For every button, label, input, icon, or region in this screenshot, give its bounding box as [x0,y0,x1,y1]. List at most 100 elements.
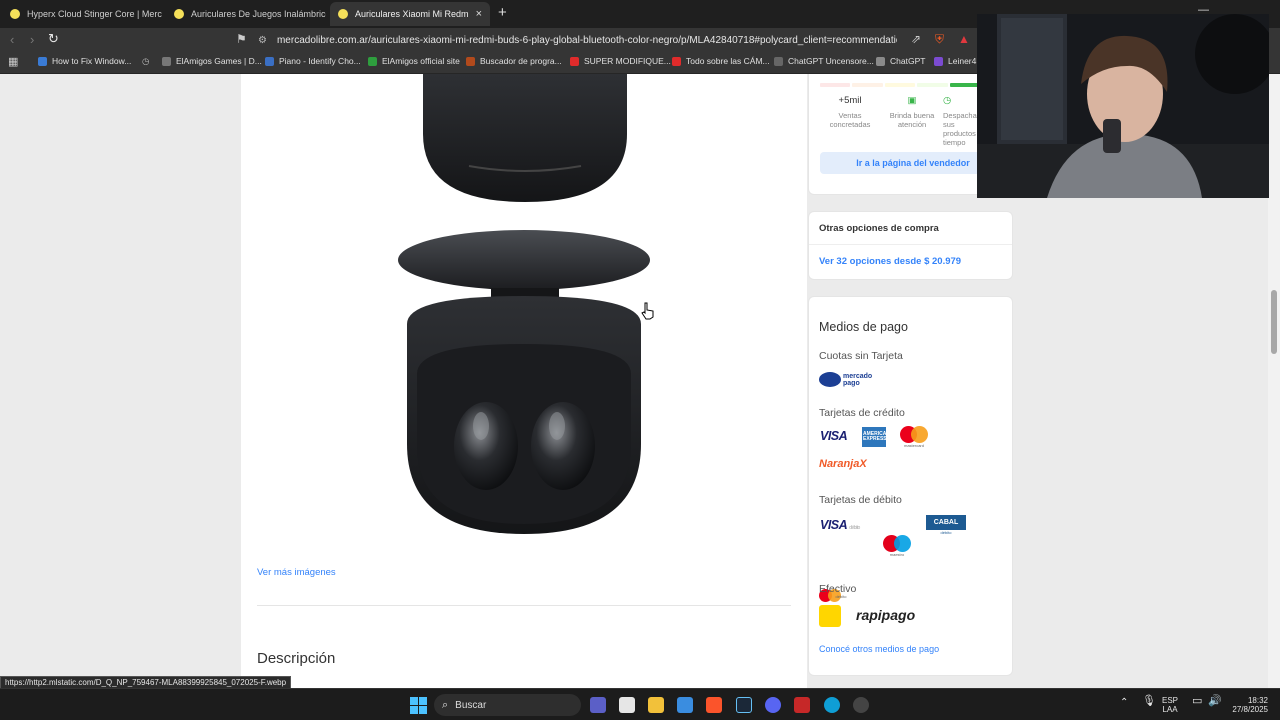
stat-label: Brinda buena atención [889,111,935,129]
bookmark-item[interactable]: ElAmigos official site [368,56,460,66]
brave-shield-icon[interactable]: ⛨ [935,32,944,47]
obs-icon[interactable] [853,697,869,713]
maestro-text: maestro [889,552,905,557]
bookmark-label: How to Fix Window... [52,56,132,66]
visa-debito-logo: VISA débito [820,516,860,534]
bookmark-item[interactable]: Piano - Identify Cho... [265,56,361,66]
brave-browser-icon[interactable] [706,697,722,713]
reputation-thermometer [820,83,981,87]
clock-time: 18:32 [1247,696,1268,705]
scrollbar-thumb[interactable] [1271,290,1277,354]
network-icon[interactable]: ▭ [1192,696,1202,707]
rep-segment [949,83,981,87]
descripcion-heading: Descripción [257,650,336,667]
hand-cursor-icon [641,302,654,320]
webcam-feed-image [977,14,1269,198]
microsoft-store-icon[interactable] [677,697,693,713]
share-icon[interactable]: ⇗ [911,32,921,46]
amex-logo: AMERICAN EXPRESS [862,427,890,447]
tab-hyperx[interactable]: Hyperx Cloud Stinger Core | Mercado [2,3,162,25]
bookmark-label: Todo sobre las CÁM... [686,56,770,66]
bookmark-item[interactable]: Buscador de progra... [466,56,562,66]
bookmark-favicon-icon [570,56,579,66]
mercadolibre-favicon-icon [10,9,20,19]
payment-methods-card: Medios de pago Cuotas sin Tarjeta mercad… [808,296,1013,676]
bookmark-label: ElAmigos official site [382,56,460,66]
brave-rewards-icon[interactable]: ▲ [958,32,970,46]
bookmark-item[interactable]: SUPER MODIFIQUE... [570,56,671,66]
edge-icon[interactable] [824,697,840,713]
teams-icon[interactable] [590,697,606,713]
maestro-blue-circle [894,535,911,552]
earbuds-product-image[interactable] [241,74,807,544]
apps-grid-icon[interactable]: ▦ [8,55,18,68]
reload-icon[interactable]: ↻ [48,31,59,47]
rep-segment [852,83,883,87]
video-editor-icon[interactable] [794,697,810,713]
microphone-icon[interactable]: 🎙 [1142,696,1156,707]
keyboard-layout: LAA [1162,705,1178,714]
taskbar-search[interactable]: ⌕ Buscar [434,694,581,716]
other-options-card: Otras opciones de compra Ver 32 opciones… [808,211,1013,280]
bookmark-item[interactable]: Leiner4 - [934,56,982,66]
cabal-logo: CABAL débito [926,515,966,535]
notion-icon[interactable] [619,697,635,713]
stat-sales: +5mil Ventas concretadas [819,96,881,129]
volume-icon[interactable]: 🔊 [1208,696,1222,707]
language-code: ESP [1162,696,1179,705]
bookmark-item[interactable]: ElAmigos Games | D... [162,56,262,66]
visa-text: VISA [820,518,848,532]
stat-value: +5mil [838,95,862,106]
stat-label: Ventas concretadas [829,111,871,129]
rep-segment [820,83,851,87]
windows-start-icon[interactable] [410,697,427,714]
tray-overflow-icon[interactable]: ⌃ [1120,698,1128,708]
bookmark-favicon-icon [466,56,475,66]
back-icon[interactable]: ‹ [10,32,14,47]
address-bar[interactable]: ⚙ mercadolibre.com.ar/auriculares-xiaomi… [258,30,978,50]
url-text: mercadolibre.com.ar/auriculares-xiaomi-m… [276,34,897,46]
bookmark-item[interactable]: Todo sobre las CÁM... [672,56,770,66]
new-tab-button[interactable]: + [498,4,507,22]
discord-icon[interactable] [765,697,781,713]
rep-segment [884,83,916,87]
visa-logo: VISA [820,429,848,443]
file-explorer-icon[interactable] [648,697,664,713]
webcam-overlay [977,14,1269,198]
bookmark-item[interactable]: ChatGPT [876,56,925,66]
site-info-icon[interactable]: ⚙ [258,35,267,46]
amex-text: AMERICAN EXPRESS [863,431,890,442]
mc-text: mastercard [903,443,924,448]
visa-debito-text: débito [849,525,860,531]
chat-check-icon: ▣ [907,95,917,106]
mercado-pago-hand-icon [819,372,841,387]
steam-icon[interactable] [736,697,752,713]
bookmark-favicon-icon [774,56,783,66]
bookmark-favicon-icon [162,56,171,66]
cabal-text: CABAL [926,515,966,530]
naranjax-logo: NaranjaX [819,458,867,470]
ver-mas-imagenes-link[interactable]: Ver más imágenes [257,567,336,578]
language-indicator[interactable]: ESP LAA [1162,696,1178,714]
more-payment-methods-link[interactable]: Conocé otros medios de pago [819,644,939,654]
page-scrollbar[interactable] [1268,74,1280,688]
tab-label: Auriculares De Juegos Inalámbricos [191,9,326,19]
forward-icon[interactable]: › [30,32,34,47]
bookmark-item[interactable]: ChatGPT Uncensore... [774,56,874,66]
maestro-logo: maestro [883,535,911,557]
product-gallery-card [241,74,807,688]
close-tab-icon[interactable]: × [476,8,482,20]
clock[interactable]: 18:32 27/8/2025 [1228,696,1268,714]
bookmark-item[interactable]: How to Fix Window... [38,56,131,66]
credit-cards-title: Tarjetas de crédito [819,407,905,419]
tab-auriculares-xiaomi[interactable]: Auriculares Xiaomi Mi Redmi Bu × [330,2,490,26]
bookmark-favicon-icon [38,56,47,66]
other-options-link[interactable]: Ver 32 opciones desde $ 20.979 [819,256,961,267]
tab-auriculares-juegos[interactable]: Auriculares De Juegos Inalámbricos [166,3,326,25]
history-icon[interactable]: ◷ [142,56,149,67]
mercadolibre-favicon-icon [338,9,348,19]
bookmark-favicon-icon [934,56,943,66]
tab-label: Hyperx Cloud Stinger Core | Mercado [27,9,162,19]
bookmark-label: ChatGPT [890,56,926,66]
bookmark-icon[interactable]: ⚑ [236,32,247,46]
